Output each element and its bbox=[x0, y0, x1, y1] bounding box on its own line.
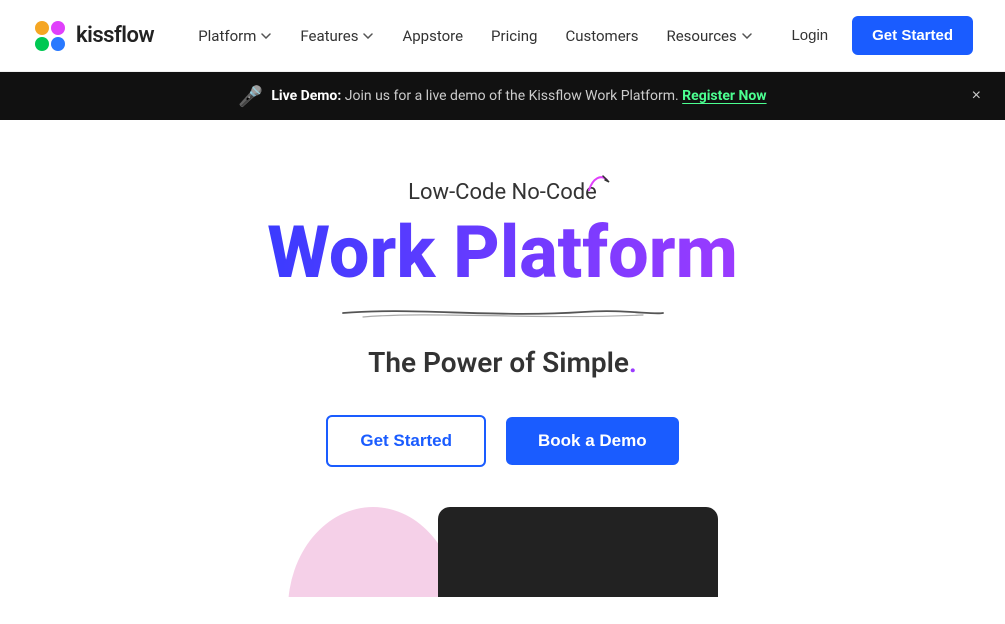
chevron-down-icon bbox=[362, 30, 374, 42]
navbar: kissflow Platform Features Appstore Pric… bbox=[0, 0, 1005, 72]
register-now-link[interactable]: Register Now bbox=[682, 88, 766, 104]
logo-text: kissflow bbox=[76, 23, 154, 48]
banner-text: Join us for a live demo of the Kissflow … bbox=[345, 88, 682, 104]
squiggle-decoration bbox=[587, 172, 615, 200]
dark-card-decoration bbox=[438, 507, 718, 597]
logo-icon bbox=[32, 18, 68, 54]
chevron-down-icon bbox=[260, 30, 272, 42]
chevron-down-icon bbox=[741, 30, 753, 42]
live-demo-banner: 🎤 Live Demo: Join us for a live demo of … bbox=[0, 72, 1005, 120]
nav-item-resources[interactable]: Resources bbox=[654, 19, 764, 53]
hero-section: Low-Code No-Code Work Platform The Power… bbox=[0, 120, 1005, 597]
nav-item-features[interactable]: Features bbox=[288, 19, 386, 53]
get-started-nav-button[interactable]: Get Started bbox=[852, 16, 973, 56]
nav-links: Platform Features Appstore Pricing Custo… bbox=[186, 19, 775, 53]
hero-tagline: The Power of Simple. bbox=[368, 346, 637, 379]
nav-item-appstore[interactable]: Appstore bbox=[390, 19, 475, 53]
nav-right: Login Get Started bbox=[775, 16, 973, 56]
hero-book-demo-button[interactable]: Book a Demo bbox=[506, 417, 679, 465]
hero-subtitle: Low-Code No-Code bbox=[408, 180, 597, 205]
banner-emoji: 🎤 bbox=[238, 84, 263, 108]
banner-content: Live Demo: Join us for a live demo of th… bbox=[271, 88, 766, 104]
hero-get-started-button[interactable]: Get Started bbox=[326, 415, 486, 467]
blob-decoration bbox=[288, 507, 458, 597]
nav-item-customers[interactable]: Customers bbox=[553, 19, 650, 53]
nav-item-platform[interactable]: Platform bbox=[186, 19, 284, 53]
hero-title: Work Platform bbox=[267, 213, 738, 292]
logo[interactable]: kissflow bbox=[32, 18, 154, 54]
underline-decoration bbox=[333, 304, 673, 322]
hero-buttons: Get Started Book a Demo bbox=[326, 415, 678, 467]
hero-illustration bbox=[32, 507, 973, 597]
nav-item-pricing[interactable]: Pricing bbox=[479, 19, 549, 53]
login-button[interactable]: Login bbox=[775, 19, 844, 52]
banner-prefix: Live Demo: bbox=[271, 88, 341, 104]
banner-close-button[interactable]: × bbox=[972, 87, 981, 105]
